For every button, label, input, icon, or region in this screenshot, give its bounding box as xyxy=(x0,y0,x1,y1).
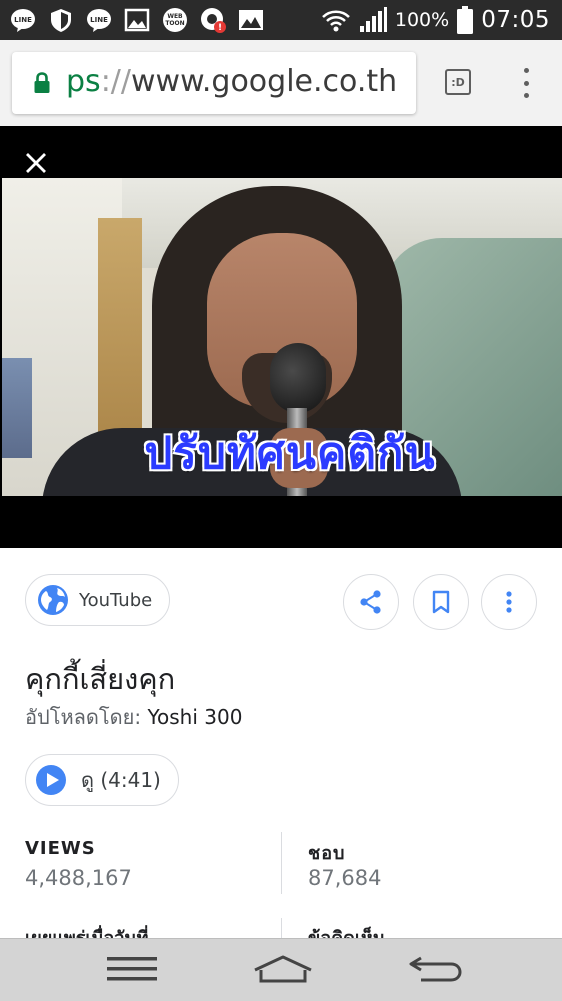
bookmark-button[interactable] xyxy=(413,574,469,630)
url-text[interactable]: ps://www.google.co.th xyxy=(66,64,397,99)
uploader-name: Yoshi 300 xyxy=(147,705,243,729)
stats-divider xyxy=(281,832,282,894)
svg-text:LINE: LINE xyxy=(90,16,108,24)
svg-text:WEB: WEB xyxy=(167,13,183,20)
share-button[interactable] xyxy=(343,574,399,630)
more-vert-icon xyxy=(506,591,512,613)
share-icon xyxy=(360,590,381,614)
views-label: VIEWS xyxy=(25,838,96,859)
globe-icon xyxy=(38,585,68,615)
svg-text:LINE: LINE xyxy=(14,16,32,24)
clock: 07:05 xyxy=(481,7,550,33)
battery-icon xyxy=(457,6,474,34)
close-icon[interactable] xyxy=(24,151,48,175)
image-icon xyxy=(124,7,150,33)
uploader-line: อัปโหลดโดย: Yoshi 300 xyxy=(25,701,242,733)
menu-icon[interactable] xyxy=(106,951,158,987)
home-icon[interactable] xyxy=(252,951,314,987)
address-bar[interactable]: ps://www.google.co.th xyxy=(12,52,416,114)
status-bar: LINE LINE WEB TOON ! 100% 07:05 xyxy=(0,0,562,40)
svg-text:!: ! xyxy=(218,23,222,33)
video-player[interactable]: ปรับทัศนคติกัน xyxy=(0,126,562,548)
shield-icon xyxy=(48,7,74,33)
tab-switcher-button[interactable]: :D xyxy=(445,69,471,95)
views-value: 4,488,167 xyxy=(25,866,132,890)
wifi-icon xyxy=(321,10,350,32)
stats-divider xyxy=(281,918,282,938)
result-card: YouTube คุกกี้เสี่ยงคุก อัปโหลดโดย: Yosh… xyxy=(0,548,562,949)
line-icon: LINE xyxy=(86,7,112,33)
url-separator: :// xyxy=(100,64,132,99)
likes-label: ชอบ xyxy=(308,843,346,864)
system-nav-bar xyxy=(0,938,562,1001)
source-label: YouTube xyxy=(79,589,153,611)
watch-label: ดู (4:41) xyxy=(81,768,161,792)
browser-menu-button[interactable] xyxy=(516,68,536,98)
uploader-prefix: อัปโหลดโดย: xyxy=(25,705,142,729)
source-chip[interactable]: YouTube xyxy=(25,574,170,626)
line-icon: LINE xyxy=(10,7,36,33)
photo-icon xyxy=(238,7,264,33)
video-frame: ปรับทัศนคติกัน xyxy=(2,178,562,496)
bookmark-icon xyxy=(432,590,450,614)
video-title[interactable]: คุกกี้เสี่ยงคุก xyxy=(25,656,175,702)
video-caption: ปรับทัศนคติกัน xyxy=(144,428,436,479)
svg-text:TOON: TOON xyxy=(165,20,184,27)
url-scheme: ps xyxy=(66,64,101,99)
battery-percent: 100% xyxy=(394,9,450,31)
watch-button[interactable]: ดู (4:41) xyxy=(25,754,179,806)
lock-icon xyxy=(34,72,50,93)
browser-toolbar: ps://www.google.co.th :D xyxy=(0,40,562,126)
signal-icon xyxy=(359,7,387,32)
play-icon xyxy=(36,765,66,795)
likes-value: 87,684 xyxy=(308,866,382,890)
back-icon[interactable] xyxy=(406,951,464,987)
webtoon-icon: WEB TOON xyxy=(162,7,188,33)
alert-app-icon: ! xyxy=(200,7,226,33)
more-options-button[interactable] xyxy=(481,574,537,630)
url-host: www.google.co.th xyxy=(131,64,398,99)
